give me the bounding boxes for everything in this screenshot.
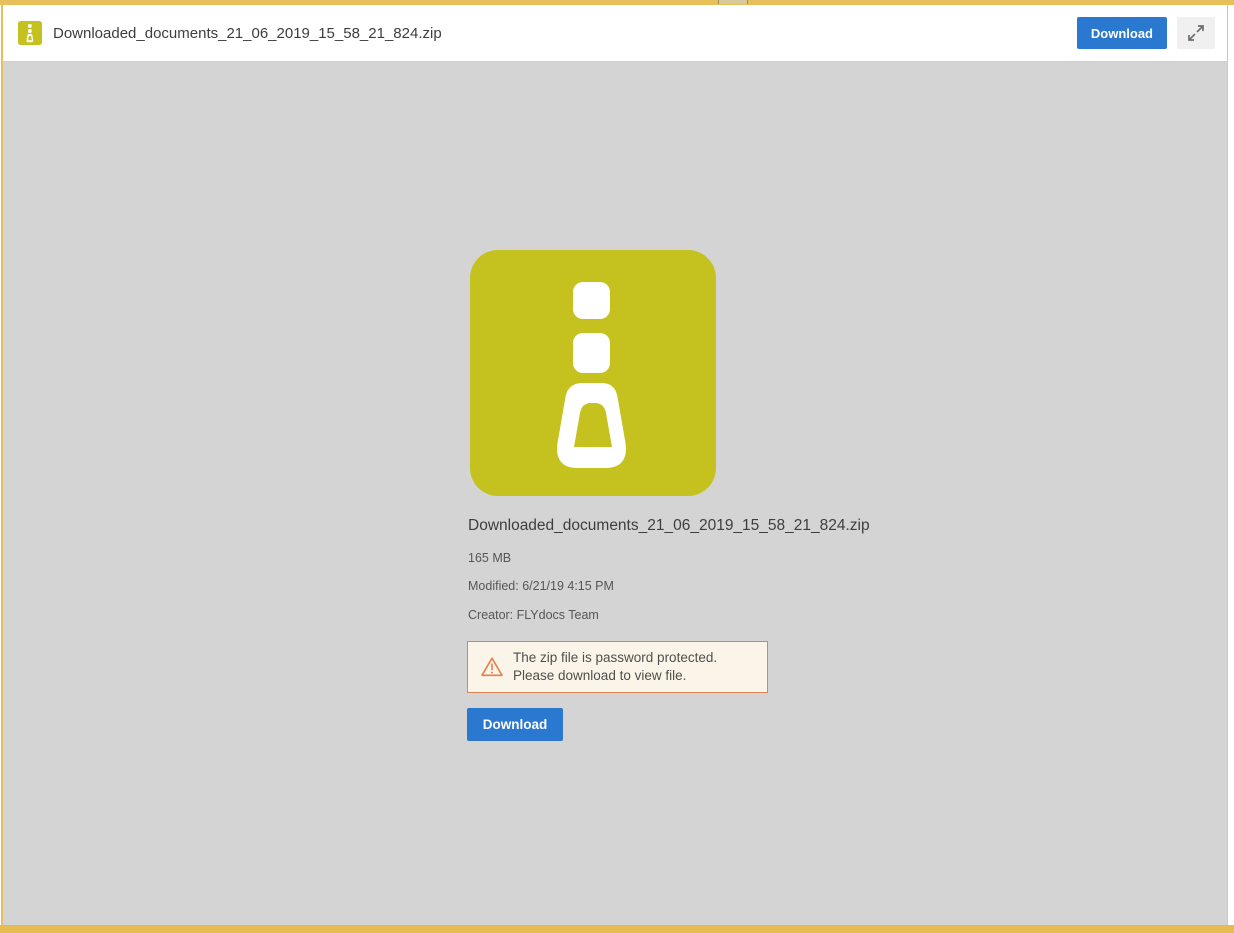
preview-header: Downloaded_documents_21_06_2019_15_58_21… (3, 5, 1227, 62)
window-frame-notch (718, 0, 748, 4)
expand-button[interactable] (1177, 17, 1215, 49)
file-name: Downloaded_documents_21_06_2019_15_58_21… (468, 517, 1068, 535)
expand-icon (1186, 23, 1206, 43)
window-frame-right (1227, 5, 1234, 925)
preview-body: Downloaded_documents_21_06_2019_15_58_21… (3, 62, 1227, 925)
window-frame-bottom (0, 925, 1234, 933)
file-modified: Modified: 6/21/19 4:15 PM (468, 579, 614, 593)
warning-triangle-icon (480, 656, 504, 678)
header-filename: Downloaded_documents_21_06_2019_15_58_21… (53, 25, 1077, 42)
warning-line-2: Please download to view file. (513, 667, 717, 685)
warning-line-1: The zip file is password protected. (513, 649, 717, 667)
file-size: 165 MB (468, 551, 511, 565)
zip-file-icon-large (470, 250, 716, 496)
password-warning: The zip file is password protected. Plea… (467, 641, 768, 693)
zip-file-icon (18, 21, 42, 45)
download-button-main[interactable]: Download (467, 708, 563, 741)
file-creator: Creator: FLYdocs Team (468, 608, 599, 622)
download-button-header[interactable]: Download (1077, 17, 1167, 49)
warning-text: The zip file is password protected. Plea… (513, 649, 717, 685)
